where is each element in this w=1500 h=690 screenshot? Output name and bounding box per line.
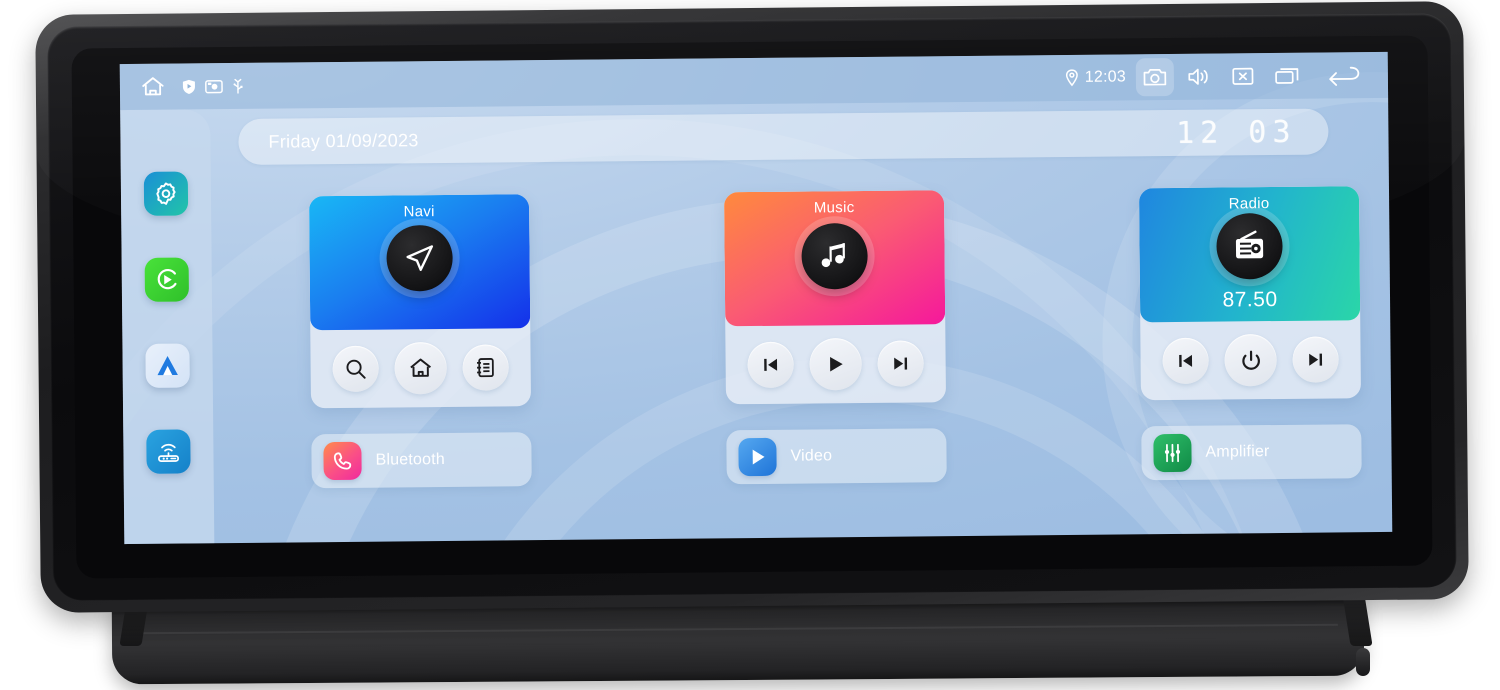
stand-adjust-knob[interactable] [1356,648,1370,676]
navigation-arrow-icon[interactable] [386,224,453,292]
music-note-icon[interactable] [801,222,868,290]
usb-icon [232,78,244,94]
sidebar [120,109,215,545]
status-mini-icons [182,78,244,95]
card-navi-header[interactable]: Navi [309,194,531,331]
status-bar-left [140,73,244,100]
status-time: 12:03 [1084,68,1126,86]
lcd-clock: 12 03 [1175,114,1297,151]
shortcut-bluetooth-label: Bluetooth [375,450,446,469]
infotainment-screen[interactable]: 12:03 Friday 01/09/2023 12 03 Navi Music… [119,51,1393,545]
close-box-icon[interactable] [1224,57,1262,95]
power-icon[interactable] [1224,334,1277,387]
next-station-icon[interactable] [1292,336,1339,383]
shortcut-video-label: Video [790,447,833,465]
sidebar-item-android-auto[interactable] [145,343,190,388]
shortcut-bluetooth[interactable]: Bluetooth [311,432,532,489]
shortcut-row: Bluetooth Video Amplifier [311,424,1362,489]
card-music-header[interactable]: Music [723,190,946,327]
sidebar-item-settings[interactable] [143,171,189,216]
screen-cast-icon [205,79,223,94]
app-cards-row: Navi Music Radio 87.50 [309,186,1361,409]
card-radio-header[interactable]: Radio 87.50 [1138,186,1361,323]
camera-icon[interactable] [1135,57,1175,97]
card-radio-controls [1140,320,1361,400]
card-navi[interactable]: Navi [309,194,532,409]
sidebar-item-media[interactable] [144,257,190,302]
wifi-router-icon [154,439,182,465]
radio-frequency: 87.50 [1222,287,1278,312]
date-bar[interactable]: Friday 01/09/2023 12 03 [238,108,1329,165]
shortcut-amplifier-label: Amplifier [1205,443,1270,461]
next-track-icon[interactable] [877,340,924,387]
shortcut-video[interactable]: Video [726,428,947,485]
previous-station-icon[interactable] [1162,337,1209,385]
card-radio-title: Radio [1228,195,1270,213]
equalizer-icon [1153,433,1192,473]
card-navi-title: Navi [403,203,435,221]
home-icon[interactable] [394,341,447,395]
stand-lip [137,623,1338,635]
video-play-icon [738,437,777,477]
card-navi-controls [310,328,531,408]
home-icon[interactable] [140,74,166,100]
back-arrow-icon[interactable] [1326,56,1364,94]
card-music-controls [725,324,946,404]
date-text: Friday 01/09/2023 [268,129,419,152]
status-bar-right: 12:03 [1065,56,1380,97]
shield-play-icon [182,79,196,94]
gear-icon [153,181,179,207]
radio-icon[interactable] [1216,212,1283,280]
play-circle-icon [153,266,181,294]
search-icon[interactable] [332,345,379,393]
android-auto-icon [153,353,181,379]
card-music-title: Music [813,199,855,217]
shortcut-amplifier[interactable]: Amplifier [1141,424,1362,481]
route-list-icon[interactable] [462,344,509,391]
card-radio[interactable]: Radio 87.50 [1138,186,1361,401]
multi-window-icon[interactable] [1268,57,1306,95]
location-pin-icon [1065,69,1079,87]
previous-track-icon[interactable] [747,341,794,389]
volume-icon[interactable] [1180,58,1218,96]
play-icon[interactable] [809,337,862,391]
card-music[interactable]: Music [723,190,947,405]
sidebar-item-wifi-router[interactable] [146,429,191,474]
bluetooth-phone-icon [323,441,362,481]
